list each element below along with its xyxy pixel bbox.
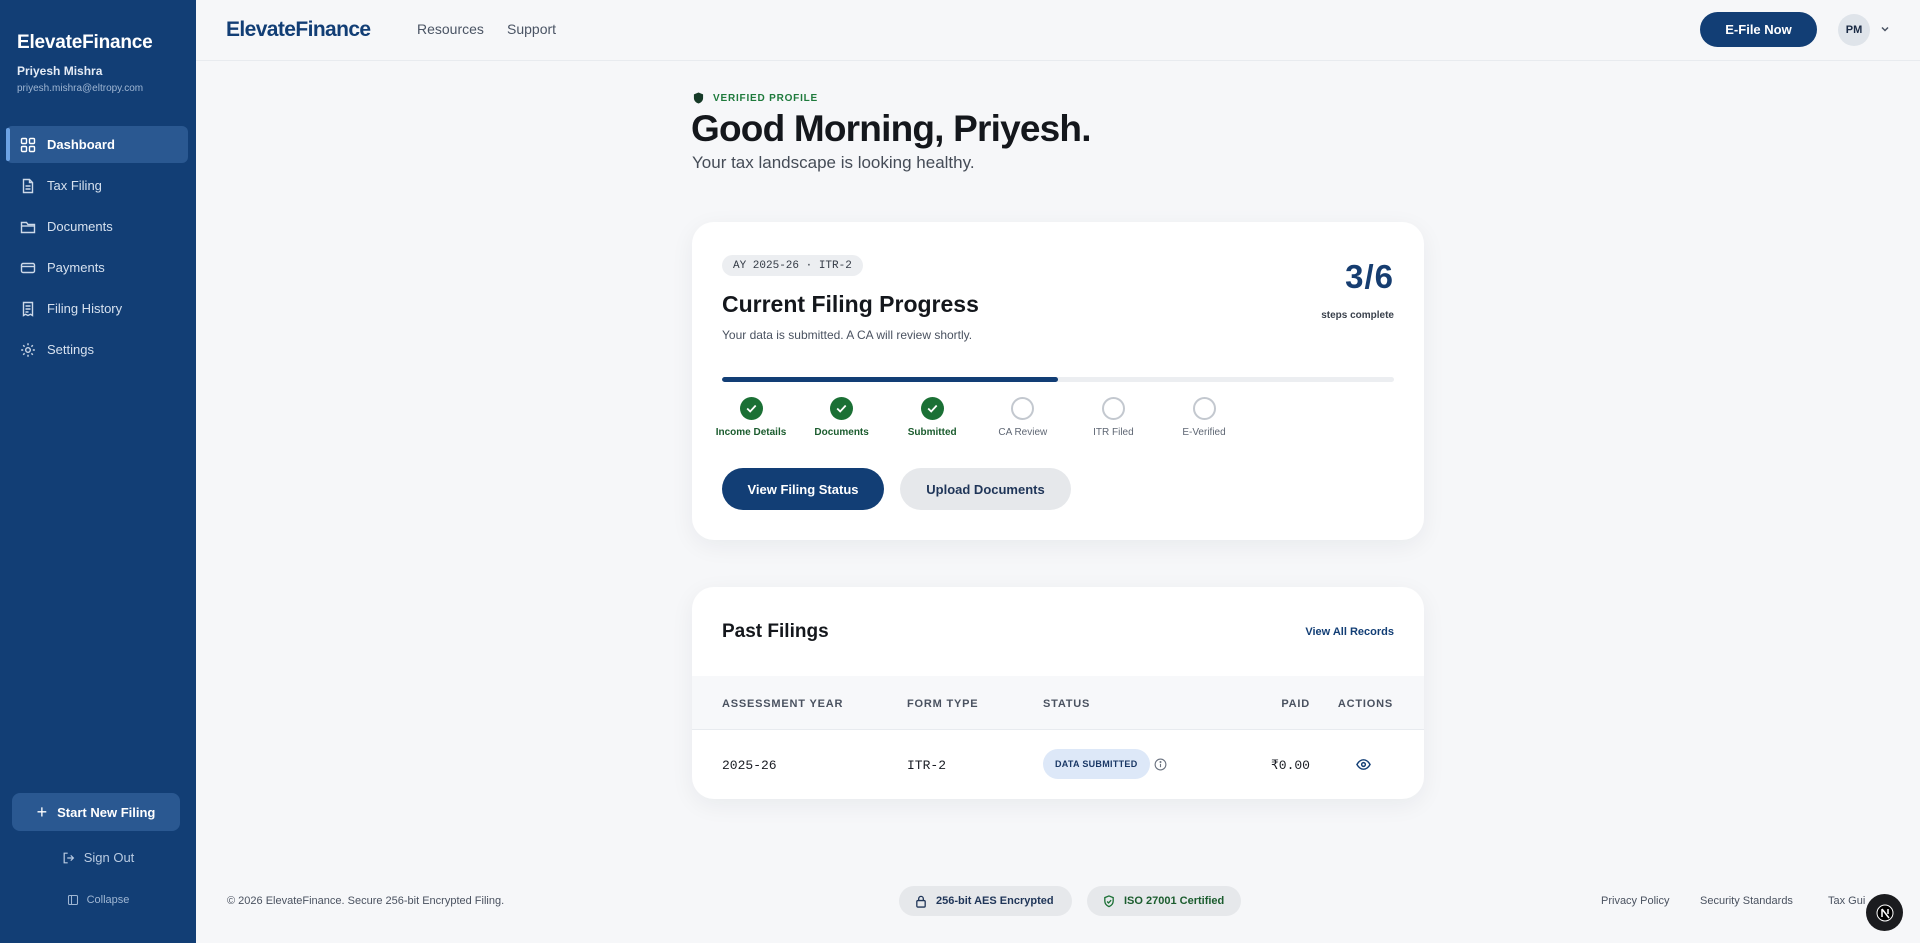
- start-new-filing-button[interactable]: + Start New Filing: [12, 793, 180, 831]
- steps-count-label: steps complete: [1321, 310, 1394, 321]
- sign-out-button[interactable]: Sign Out: [0, 850, 196, 865]
- column-header-actions: ACTIONS: [1337, 698, 1393, 710]
- shield-icon: [693, 92, 704, 104]
- table-header: ASSESSMENT YEAR FORM TYPE STATUS PAID AC…: [692, 676, 1424, 730]
- sidebar-item-label: Tax Filing: [47, 178, 102, 193]
- info-icon[interactable]: [1154, 758, 1167, 771]
- collapse-button[interactable]: Collapse: [0, 894, 196, 906]
- progress-title: Current Filing Progress: [722, 291, 979, 317]
- progress-bar: [722, 377, 1394, 382]
- sidebar-user-name: Priyesh Mishra: [17, 64, 103, 78]
- verified-profile-badge: VERIFIED PROFILE: [693, 92, 818, 104]
- page-title: Good Morning, Priyesh.: [691, 108, 1092, 149]
- dev-tools-logo-icon: [1876, 904, 1893, 921]
- column-header-paid: PAID: [1281, 698, 1310, 710]
- table-row: 2025-26 ITR-2 DATA SUBMITTED ₹0.00: [692, 730, 1424, 799]
- shield-check-icon: [1104, 894, 1114, 907]
- top-bar: ElevateFinance Resources Support E-File …: [196, 0, 1920, 61]
- header-logo[interactable]: ElevateFinance: [226, 18, 371, 42]
- sidebar-item-filing-history[interactable]: Filing History: [6, 290, 188, 327]
- past-filings-title: Past Filings: [722, 621, 829, 642]
- sidebar-item-documents[interactable]: Documents: [6, 208, 188, 245]
- check-circle-icon: [830, 397, 854, 420]
- past-filings-card: Past Filings View All Records ASSESSMENT…: [692, 587, 1424, 799]
- check-circle-icon: [920, 397, 944, 420]
- avatar[interactable]: PM: [1838, 14, 1870, 46]
- floating-action-button[interactable]: [1866, 894, 1903, 931]
- sidebar-item-tax-filing[interactable]: Tax Filing: [6, 167, 188, 204]
- verified-profile-label: VERIFIED PROFILE: [713, 92, 819, 104]
- sidebar-item-payments[interactable]: Payments: [6, 249, 188, 286]
- filing-progress-card: AY 2025-26 · ITR-2 Current Filing Progre…: [692, 222, 1424, 540]
- e-file-now-button[interactable]: E-File Now: [1700, 12, 1817, 47]
- document-icon: [22, 178, 34, 194]
- footer-link-tax-guide[interactable]: Tax Gui: [1828, 895, 1865, 907]
- column-header-status: STATUS: [1043, 698, 1091, 710]
- sidebar-item-label: Dashboard: [47, 137, 115, 152]
- dashboard-grid-icon: [20, 137, 36, 153]
- assessment-year-pill: AY 2025-26 · ITR-2: [722, 255, 863, 276]
- upload-documents-button[interactable]: Upload Documents: [900, 468, 1071, 510]
- start-new-filing-label: Start New Filing: [57, 804, 156, 820]
- progress-bar-fill: [722, 377, 1058, 382]
- status-badge: DATA SUBMITTED: [1043, 749, 1150, 779]
- sidebar: ElevateFinance Priyesh Mishra priyesh.mi…: [0, 0, 196, 943]
- aes-encrypted-chip: 256-bit AES Encrypted: [899, 886, 1072, 916]
- gear-icon: [21, 343, 35, 357]
- lock-icon: [916, 895, 926, 908]
- nav-link-resources[interactable]: Resources: [417, 21, 484, 37]
- check-circle-icon: [739, 397, 763, 420]
- sign-out-label: Sign Out: [83, 850, 135, 865]
- cell-paid: ₹0.00: [1270, 758, 1310, 773]
- cell-assessment-year: 2025-26: [722, 758, 777, 773]
- sidebar-item-dashboard[interactable]: Dashboard: [6, 126, 188, 163]
- page-subtitle: Your tax landscape is looking healthy.: [692, 153, 975, 172]
- progress-description: Your data is submitted. A CA will review…: [722, 328, 973, 342]
- sidebar-nav: Dashboard Tax Filing Documents Payments …: [0, 126, 196, 372]
- empty-circle-icon: [1101, 397, 1125, 420]
- cell-form-type: ITR-2: [907, 758, 947, 773]
- progress-step: E-Verified: [1149, 397, 1259, 438]
- eye-icon[interactable]: [1356, 758, 1371, 771]
- folder-icon: [20, 221, 36, 234]
- sidebar-item-label: Payments: [47, 260, 105, 275]
- footer-link-privacy-policy[interactable]: Privacy Policy: [1601, 895, 1669, 907]
- plus-icon: +: [36, 801, 48, 822]
- receipt-icon: [22, 301, 34, 317]
- aes-encrypted-label: 256-bit AES Encrypted: [936, 895, 1054, 907]
- sidebar-item-label: Filing History: [47, 301, 123, 316]
- sidebar-item-label: Documents: [47, 219, 113, 234]
- column-header-form-type: FORM TYPE: [907, 698, 979, 710]
- sidebar-brand: ElevateFinance: [17, 32, 153, 53]
- credit-card-icon: [20, 262, 36, 274]
- nav-link-support[interactable]: Support: [507, 21, 556, 37]
- column-header-assessment-year: ASSESSMENT YEAR: [722, 698, 844, 710]
- footer-copyright: © 2026 ElevateFinance. Secure 256-bit En…: [227, 895, 505, 907]
- empty-circle-icon: [1011, 397, 1035, 420]
- collapse-panel-icon: [67, 894, 78, 906]
- view-all-records-link[interactable]: View All Records: [1305, 626, 1394, 638]
- iso-certified-label: ISO 27001 Certified: [1124, 895, 1225, 907]
- sidebar-item-settings[interactable]: Settings: [6, 331, 188, 368]
- steps-count: 3/6: [1345, 258, 1394, 295]
- view-filing-status-button[interactable]: View Filing Status: [722, 468, 884, 510]
- progress-step-label: E-Verified: [1182, 427, 1226, 438]
- sidebar-user-email: priyesh.mishra@eltropy.com: [17, 83, 144, 94]
- iso-certified-chip: ISO 27001 Certified: [1087, 886, 1241, 916]
- sidebar-item-label: Settings: [47, 342, 94, 357]
- collapse-label: Collapse: [86, 894, 130, 906]
- footer-link-security-standards[interactable]: Security Standards: [1700, 895, 1793, 907]
- sign-out-icon: [63, 852, 74, 864]
- empty-circle-icon: [1192, 397, 1216, 420]
- chevron-down-icon[interactable]: [1879, 23, 1891, 35]
